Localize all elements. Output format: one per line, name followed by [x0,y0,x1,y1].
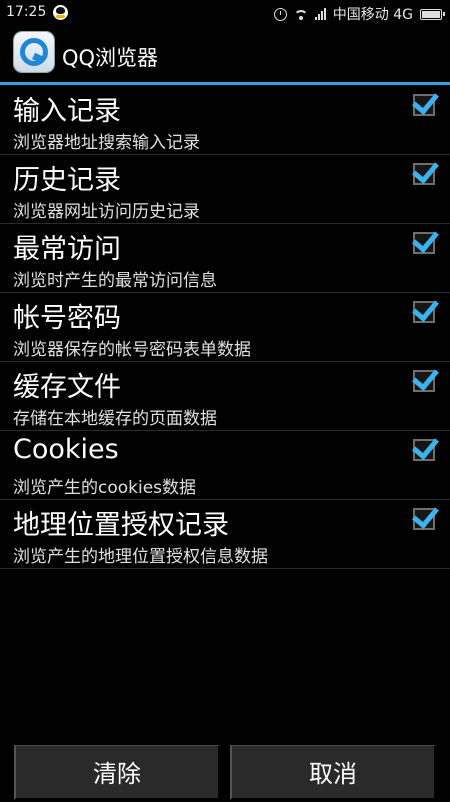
checkbox[interactable] [412,293,439,323]
list-item-cookies[interactable]: Cookies 浏览产生的cookies数据 [0,431,450,500]
qq-notification-icon [53,5,68,20]
checkmark-icon [412,431,439,461]
list-item-passwords[interactable]: 帐号密码 浏览器保存的帐号密码表单数据 [0,293,450,362]
header-divider [0,82,450,85]
clear-button[interactable]: 清除 [14,745,220,800]
item-description: 浏览器地址搜索输入记录 [13,133,200,153]
list-item-most-visited[interactable]: 最常访问 浏览时产生的最常访问信息 [0,224,450,293]
status-bar: 17:25 中国移动 4G [0,0,450,25]
checkbox[interactable] [412,86,439,116]
checkmark-icon [412,362,439,392]
checkmark-icon [412,86,439,116]
checkbox[interactable] [412,500,439,530]
checkmark-icon [412,155,439,185]
item-title: 输入记录 [13,96,121,127]
wifi-icon [293,9,308,20]
item-description: 浏览器保存的帐号密码表单数据 [13,340,251,360]
item-description: 浏览产生的地理位置授权信息数据 [13,547,268,567]
app-header: QQ浏览器 [0,25,450,82]
item-title: 缓存文件 [13,372,121,403]
checkmark-icon [412,224,439,254]
status-time: 17:25 [6,4,47,20]
carrier-label: 中国移动 4G [332,7,413,23]
cancel-button[interactable]: 取消 [230,745,436,800]
checkbox[interactable] [412,155,439,185]
item-title: 地理位置授权记录 [13,510,229,541]
list-item-input-history[interactable]: 输入记录 浏览器地址搜索输入记录 [0,86,450,155]
item-title: 历史记录 [13,165,121,196]
battery-icon [420,8,445,20]
clear-options-list: 输入记录 浏览器地址搜索输入记录 历史记录 浏览器网址访问历史记录 最常访问 浏… [0,86,450,569]
status-icons: 中国移动 4G [273,4,445,24]
alarm-icon [273,7,287,21]
item-title: 帐号密码 [13,303,121,334]
checkmark-icon [412,500,439,530]
list-item-location[interactable]: 地理位置授权记录 浏览产生的地理位置授权信息数据 [0,500,450,569]
checkbox[interactable] [412,431,439,461]
checkbox[interactable] [412,362,439,392]
item-title: Cookies [13,434,119,465]
qq-browser-logo-icon [14,32,54,72]
item-description: 浏览产生的cookies数据 [13,478,197,498]
item-title: 最常访问 [13,234,121,265]
checkmark-icon [412,293,439,323]
list-item-browse-history[interactable]: 历史记录 浏览器网址访问历史记录 [0,155,450,224]
signal-icon [314,8,326,20]
list-item-cache[interactable]: 缓存文件 存储在本地缓存的页面数据 [0,362,450,431]
page-title: QQ浏览器 [62,46,159,70]
checkbox[interactable] [412,224,439,254]
item-description: 浏览时产生的最常访问信息 [13,271,217,291]
item-description: 存储在本地缓存的页面数据 [13,409,217,429]
item-description: 浏览器网址访问历史记录 [13,202,200,222]
